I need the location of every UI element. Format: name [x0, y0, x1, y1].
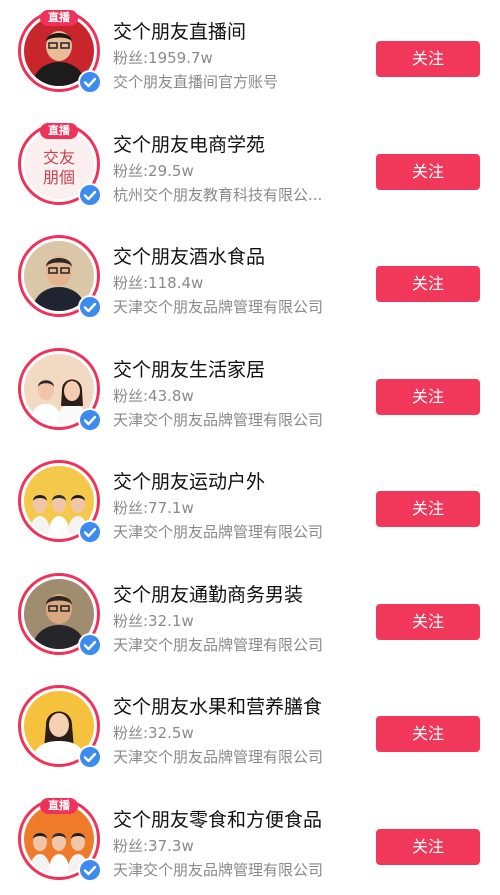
account-name[interactable]: 交个朋友电商学苑	[113, 130, 265, 157]
account-name[interactable]: 交个朋友零食和方便食品	[113, 805, 322, 832]
avatar[interactable]	[18, 235, 102, 319]
avatar[interactable]: 直播	[18, 797, 102, 882]
svg-text:交友: 交友	[43, 148, 75, 167]
avatar[interactable]	[18, 572, 102, 657]
fans-count: 粉丝:1959.7w	[113, 49, 213, 67]
follow-button[interactable]: 关注	[376, 153, 480, 190]
account-row[interactable]: 交个朋友生活家居 粉丝:43.8w 天津交个朋友品牌管理有限公司 关注	[0, 339, 500, 452]
live-badge: 直播	[40, 797, 78, 814]
fans-count: 粉丝:37.3w	[113, 836, 194, 855]
follow-button[interactable]: 关注	[376, 491, 480, 527]
account-description: 天津交个朋友品牌管理有限公司	[113, 635, 324, 654]
account-list: 直播 交个朋友直播间 粉丝:1959.7w 交个朋友直播间官方账号 关注 交友 …	[0, 0, 500, 895]
live-badge: 直播	[40, 10, 78, 26]
verified-check-icon	[78, 632, 102, 657]
account-name[interactable]: 交个朋友酒水食品	[113, 242, 265, 269]
account-name[interactable]: 交个朋友水果和营养膳食	[113, 692, 322, 719]
account-row[interactable]: 直播 交个朋友零食和方便食品 粉丝:37.3w 天津交个朋友品牌管理有限公司 关…	[0, 789, 500, 895]
fans-count: 粉丝:118.4w	[113, 274, 204, 292]
follow-button[interactable]: 关注	[376, 828, 480, 865]
account-row[interactable]: 交友 朋個 直播 交个朋友电商学苑 粉丝:29.5w 杭州交个朋友教育科技有限公…	[0, 114, 500, 227]
account-name[interactable]: 交个朋友通勤商务男装	[113, 580, 303, 607]
follow-button[interactable]: 关注	[376, 266, 480, 302]
verified-check-icon	[78, 745, 102, 769]
avatar[interactable]	[18, 460, 102, 544]
live-badge: 直播	[40, 122, 78, 139]
account-row[interactable]: 交个朋友通勤商务男装 粉丝:32.1w 天津交个朋友品牌管理有限公司 关注	[0, 564, 500, 677]
account-description: 杭州交个朋友教育科技有限公...	[113, 185, 323, 204]
account-row[interactable]: 交个朋友运动户外 粉丝:77.1w 天津交个朋友品牌管理有限公司 关注	[0, 451, 500, 564]
account-name[interactable]: 交个朋友运动户外	[113, 467, 265, 494]
verified-check-icon	[78, 295, 102, 319]
fans-count: 粉丝:77.1w	[113, 499, 194, 517]
account-name[interactable]: 交个朋友生活家居	[113, 355, 265, 382]
verified-check-icon	[78, 70, 102, 94]
follow-button[interactable]: 关注	[376, 378, 480, 415]
avatar[interactable]: 直播	[18, 10, 102, 94]
account-description: 天津交个朋友品牌管理有限公司	[113, 860, 324, 879]
account-description: 天津交个朋友品牌管理有限公司	[113, 410, 324, 429]
follow-button[interactable]: 关注	[376, 603, 480, 640]
account-description: 交个朋友直播间官方账号	[113, 73, 279, 91]
fans-count: 粉丝:43.8w	[113, 386, 194, 405]
verified-check-icon	[78, 407, 102, 432]
follow-button[interactable]: 关注	[376, 41, 480, 77]
follow-button[interactable]: 关注	[376, 716, 480, 752]
account-row[interactable]: 直播 交个朋友直播间 粉丝:1959.7w 交个朋友直播间官方账号 关注	[0, 1, 500, 114]
svg-text:朋個: 朋個	[43, 168, 75, 187]
fans-count: 粉丝:32.1w	[113, 611, 194, 630]
verified-check-icon	[78, 857, 102, 882]
account-description: 天津交个朋友品牌管理有限公司	[113, 523, 324, 541]
account-description: 天津交个朋友品牌管理有限公司	[113, 298, 324, 316]
avatar[interactable]	[18, 685, 102, 769]
avatar[interactable]	[18, 347, 102, 432]
verified-check-icon	[78, 520, 102, 544]
account-name[interactable]: 交个朋友直播间	[113, 17, 246, 44]
verified-check-icon	[78, 182, 102, 207]
fans-count: 粉丝:32.5w	[113, 724, 194, 742]
account-description: 天津交个朋友品牌管理有限公司	[113, 748, 324, 766]
fans-count: 粉丝:29.5w	[113, 161, 194, 180]
account-row[interactable]: 交个朋友水果和营养膳食 粉丝:32.5w 天津交个朋友品牌管理有限公司 关注	[0, 676, 500, 789]
account-row[interactable]: 交个朋友酒水食品 粉丝:118.4w 天津交个朋友品牌管理有限公司 关注	[0, 226, 500, 339]
avatar[interactable]: 交友 朋個 直播	[18, 122, 102, 207]
